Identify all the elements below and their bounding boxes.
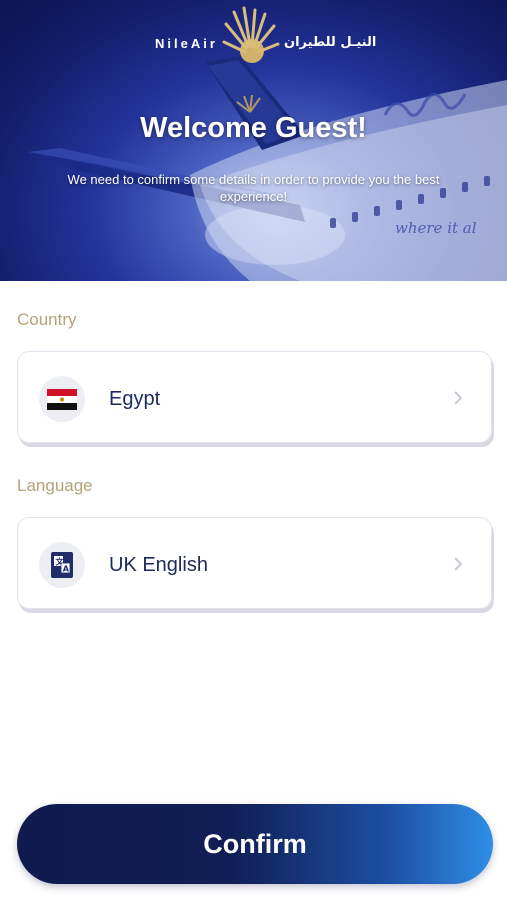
country-label: Country (17, 310, 77, 329)
chevron-right-icon (454, 391, 463, 405)
country-selector[interactable]: Egypt (17, 351, 492, 443)
egypt-flag-icon (47, 388, 77, 410)
language-value: UK English (109, 554, 208, 576)
fuselage-tagline: where it al (395, 219, 477, 237)
confirm-button[interactable]: Confirm (17, 804, 493, 884)
language-selector[interactable]: 文 A UK English (17, 517, 492, 609)
svg-text:A: A (63, 565, 70, 574)
brand-logo: NileAir النيـل للطيران (0, 6, 507, 68)
welcome-title: Welcome Guest! (140, 112, 367, 144)
welcome-subtitle: We need to confirm some details in order… (67, 172, 440, 204)
country-value: Egypt (109, 388, 161, 410)
chevron-right-icon (454, 557, 463, 571)
language-icon-badge: 文 A (39, 542, 85, 588)
language-label: Language (17, 476, 93, 495)
language-icon: 文 A (51, 552, 73, 578)
country-flag-badge (39, 376, 85, 422)
brand-name-arabic: النيـل للطيران (284, 35, 377, 50)
brand-name-english: NileAir (155, 36, 218, 51)
nileair-sun-logo-icon (222, 6, 280, 63)
hero-banner: where it al NileAir النيـل للطيران Welco… (0, 0, 507, 281)
